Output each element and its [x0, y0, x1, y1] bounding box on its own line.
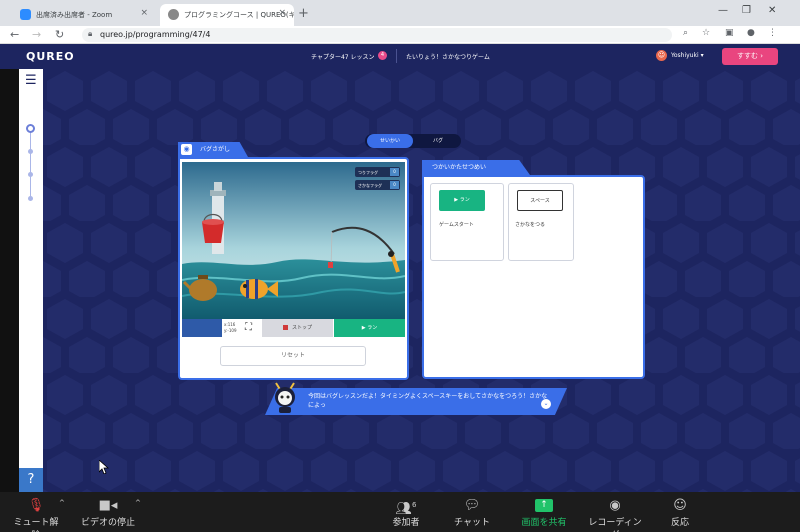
share-screen-button[interactable]: ↑ 画面を共有: [515, 496, 573, 528]
usage-card-run: ▶ ラン ゲームスタート: [430, 183, 504, 261]
chat-icon: 💬︎: [463, 498, 481, 513]
video-options-caret-icon[interactable]: ^: [135, 499, 141, 507]
usage-card-space: スペース さかなをつる: [508, 183, 574, 261]
fish-flag-monitor: さかなフラグ 0: [355, 180, 400, 190]
help-button[interactable]: ?: [19, 468, 43, 492]
close-window-icon[interactable]: ✕: [768, 5, 776, 16]
reload-icon[interactable]: ↻: [55, 28, 64, 41]
close-tab-icon[interactable]: ×: [140, 8, 148, 18]
fullscreen-icon[interactable]: ⛶: [245, 322, 252, 333]
progress-step-1[interactable]: [26, 124, 35, 133]
address-bar[interactable]: 🔒︎ qureo.jp/programming/47/4: [82, 28, 672, 42]
expand-hint-icon[interactable]: ⌄: [541, 399, 551, 409]
app-header: QUREO チャプター47 レッスン 4 たいりょう！さかなつりゲーム ☺ Yo…: [0, 44, 800, 69]
run-button[interactable]: ▶ ラン: [334, 319, 405, 337]
reactions-button[interactable]: ☺ 反応: [664, 496, 696, 528]
run-block[interactable]: ▶ ラン: [439, 190, 485, 211]
hint-bubble: 今回はバグレッスンだよ！タイミングよくスペースキーをおしてさかなをつろう！さかな…: [265, 388, 567, 415]
star-icon[interactable]: ☆: [702, 28, 710, 38]
toggle-correct[interactable]: せいかい: [367, 134, 413, 148]
back-icon[interactable]: ←: [10, 28, 19, 41]
browser-toolbar: ← → ↻ 🔒︎ qureo.jp/programming/47/4 ⌕ ☆ ▣…: [0, 26, 800, 44]
browser-tab-qureo[interactable]: プログラミングコース | QUREO(キュレオ) ×: [160, 4, 294, 26]
space-key-block[interactable]: スペース: [517, 190, 563, 211]
maximize-icon[interactable]: ❐: [742, 5, 751, 16]
game-controls: x:116 y:-109 ⛶ ストップ ▶ ラン: [182, 319, 405, 337]
qureo-logo[interactable]: QUREO: [26, 50, 75, 63]
progress-step-2[interactable]: [28, 149, 33, 154]
usage-caption: ゲームスタート: [439, 222, 474, 228]
reaction-emoji-icon: ☺: [673, 498, 687, 513]
participants-icon: 👥︎6: [395, 501, 417, 517]
extension-icon[interactable]: ▣: [725, 28, 734, 38]
zoom-toolbar: 🎙︎ ミュート解除 ^ ■◂ ビデオの停止 ^ 👥︎6 参加者 💬︎ チャット …: [0, 492, 800, 532]
usage-panel-tab: つかいかたせつめい: [422, 160, 530, 175]
user-menu-caret-icon[interactable]: ▾: [701, 52, 704, 59]
coordinates-readout: x:116 y:-109: [224, 322, 237, 333]
bug-panel-tab: ◉ バグさがし: [178, 142, 248, 157]
progress-step-3[interactable]: [28, 172, 33, 177]
usage-panel-title: つかいかたせつめい: [432, 164, 487, 171]
lighthouse: [210, 182, 226, 254]
stop-button[interactable]: ストップ: [262, 319, 333, 337]
muted-mic-icon: 🎙︎: [27, 498, 45, 513]
bug-icon: ◉: [181, 144, 192, 155]
participant-count: 6: [412, 501, 417, 509]
robot-mascot-icon: [275, 382, 295, 413]
menu-icon[interactable]: ☰: [25, 73, 37, 88]
lesson-title: たいりょう！さかなつりゲーム: [406, 54, 490, 61]
progress-track: [30, 127, 31, 199]
audio-options-caret-icon[interactable]: ^: [59, 499, 65, 507]
lesson-stage: せいかい バグ ◉ バグさがし つりフラグ 0 さかなフラグ 0 x:116 y…: [43, 69, 800, 492]
unmute-button[interactable]: 🎙︎ ミュート解除: [12, 496, 60, 532]
forward-icon[interactable]: →: [32, 28, 41, 41]
username[interactable]: Yoshiyuki ▾: [671, 52, 704, 59]
participants-button[interactable]: 👥︎6 参加者: [388, 496, 424, 528]
stop-icon: [282, 325, 288, 330]
answer-bug-toggle[interactable]: せいかい バグ: [365, 134, 461, 148]
tab-title: 出席済み出席者 - Zoom: [36, 11, 113, 19]
video-camera-icon: ■◂: [98, 498, 118, 513]
record-button[interactable]: ◉ レコーディング: [585, 496, 645, 532]
usage-panel: ▶ ラン ゲームスタート スペース さかなをつる: [422, 175, 645, 379]
progress-step-4[interactable]: [28, 196, 33, 201]
chapter-label: チャプター47 レッスン: [311, 54, 375, 61]
bug-panel-title: バグさがし: [200, 146, 231, 153]
header-divider: [396, 49, 397, 63]
share-screen-icon: ↑: [535, 499, 553, 512]
more-menu-icon[interactable]: ⋮: [768, 28, 777, 38]
game-panel: つりフラグ 0 さかなフラグ 0 x:116 y:-109 ⛶ ストップ ▶ ラ…: [178, 157, 409, 380]
lesson-number-badge: 4: [378, 51, 387, 60]
search-icon[interactable]: ⌕: [683, 28, 688, 38]
toggle-bug[interactable]: バグ: [415, 134, 461, 148]
mouse-cursor-icon: [99, 460, 109, 474]
profile-icon[interactable]: ●: [747, 28, 755, 38]
hint-text: 今回はバグレッスンだよ！タイミングよくスペースキーをおしてさかなをつろう！さかな…: [308, 393, 548, 409]
chat-button[interactable]: 💬︎ チャット: [452, 496, 492, 528]
sprite-preview: [182, 319, 222, 337]
minimize-icon[interactable]: —: [718, 5, 728, 16]
fishing-flag-monitor: つりフラグ 0: [355, 167, 400, 177]
url-text: qureo.jp/programming/47/4: [100, 30, 211, 39]
qureo-favicon-icon: [168, 9, 179, 20]
browser-tab-strip: 出席済み出席者 - Zoom × プログラミングコース | QUREO(キュレオ…: [0, 0, 800, 26]
lock-icon: 🔒︎: [88, 29, 93, 38]
close-tab-icon[interactable]: ×: [278, 8, 286, 18]
avatar[interactable]: ☺: [656, 50, 667, 61]
sidebar: ☰ ?: [19, 69, 43, 492]
stop-video-button[interactable]: ■◂ ビデオの停止: [80, 496, 136, 528]
record-icon: ◉: [609, 498, 621, 513]
next-button[interactable]: すすむ ›: [722, 48, 778, 65]
game-canvas[interactable]: つりフラグ 0 さかなフラグ 0: [182, 162, 405, 319]
new-tab-icon[interactable]: +: [298, 6, 309, 21]
zoom-favicon-icon: [20, 9, 31, 20]
browser-tab-zoom[interactable]: 出席済み出席者 - Zoom ×: [12, 4, 156, 26]
reset-button[interactable]: リセット: [220, 346, 366, 366]
usage-caption: さかなをつる: [515, 222, 546, 228]
